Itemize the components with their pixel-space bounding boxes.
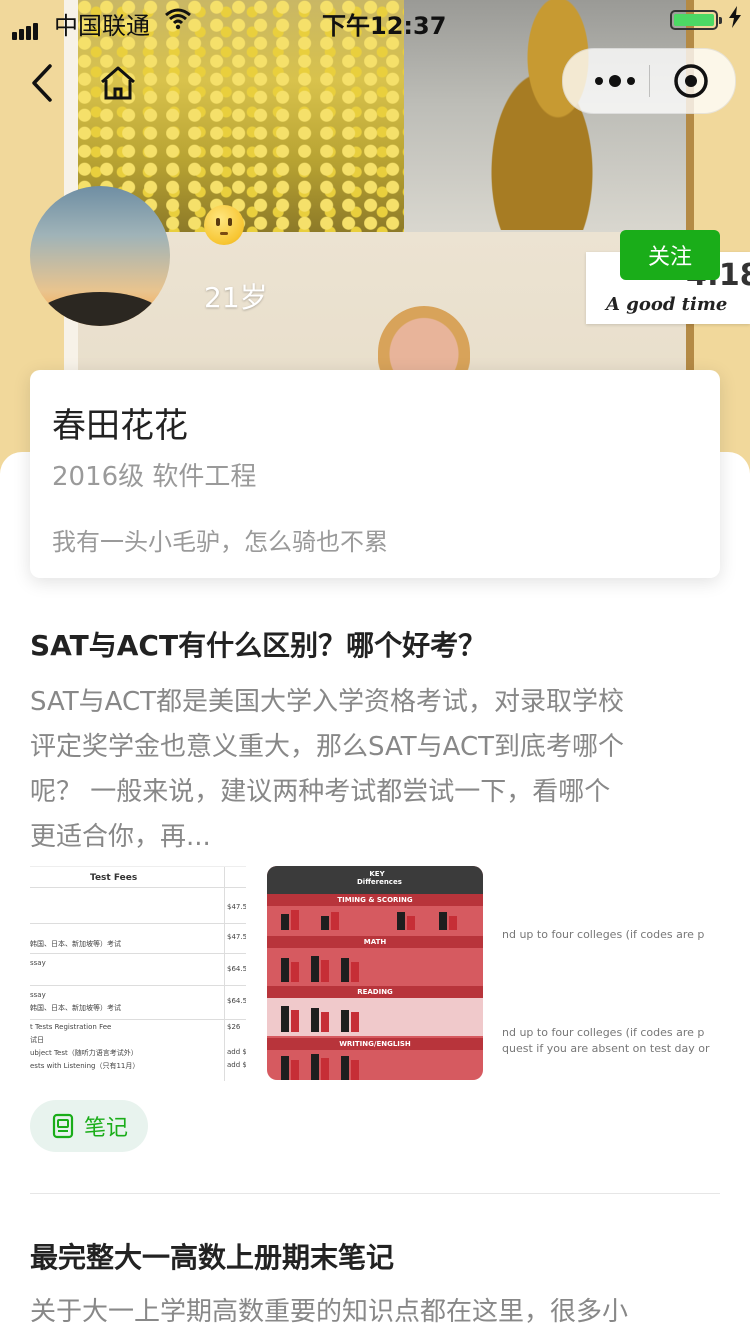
infographic-section: MATH: [267, 936, 483, 948]
fees-cell: $47.5: [227, 903, 246, 911]
back-button[interactable]: [26, 60, 66, 106]
post-excerpt-line: 更适合你，再...: [30, 822, 211, 852]
wifi-icon: [164, 6, 192, 36]
fees-cell: ubject Test（随听力语言考试外）: [30, 1049, 138, 1057]
post-image-fees-table[interactable]: Test Fees $47.5 韩国、日本、新加坡等）考试 $47.5 ssay…: [30, 866, 246, 1081]
post-image-infographic[interactable]: KEY Differences TIMING & SCORING MATH RE…: [267, 866, 483, 1080]
infographic-header: KEY Differences: [267, 866, 483, 894]
fees-cell: $26: [227, 1023, 241, 1031]
post-tag[interactable]: 笔记: [30, 1100, 148, 1152]
post-tag-label: 笔记: [83, 1116, 128, 1141]
signal-icon: [12, 12, 40, 40]
follow-button[interactable]: 关注: [620, 230, 720, 280]
fees-cell: 韩国、日本、新加坡等）考试: [30, 940, 121, 948]
user-bio: 我有一头小毛驴，怎么骑也不累: [52, 528, 388, 556]
cover-caption: A good time: [606, 294, 728, 315]
fees-table-title: Test Fees: [90, 873, 138, 883]
close-miniprogram-button[interactable]: [673, 63, 709, 99]
mood-emoji-icon: [204, 205, 244, 245]
fees-cell: t Tests Registration Fee: [30, 1023, 112, 1031]
fees-cell: ssay: [30, 959, 46, 967]
post-image-row: Test Fees $47.5 韩国、日本、新加坡等）考试 $47.5 ssay…: [30, 866, 720, 1081]
infographic-section: WRITING/ENGLISH: [267, 1038, 483, 1050]
snippet-line: nd up to four colleges (if codes are p: [502, 1026, 705, 1039]
home-icon: [101, 66, 135, 100]
fees-cell: add $: [227, 1061, 246, 1069]
avatar[interactable]: [30, 186, 170, 326]
fees-cell: ssay: [30, 991, 46, 999]
post-excerpt[interactable]: SAT与ACT都是美国大学入学资格考试，对录取学校 评定奖学金也意义重大，那么S…: [30, 680, 720, 860]
post-excerpt-line: SAT与ACT都是美国大学入学资格考试，对录取学校: [30, 687, 625, 717]
profile-card: 春田花花 2016级 软件工程 我有一头小毛驴，怎么骑也不累: [30, 370, 720, 578]
post-image-text-snippet[interactable]: nd up to four colleges (if codes are p n…: [502, 866, 720, 1080]
fees-cell: add $: [227, 1048, 246, 1056]
fees-cell: 试日: [30, 1036, 44, 1044]
infographic-section: TIMING & SCORING: [267, 894, 483, 906]
more-button[interactable]: [585, 65, 645, 97]
fees-cell: $64.5: [227, 965, 246, 973]
fees-cell: 韩国、日本、新加坡等）考试: [30, 1004, 121, 1012]
chevron-left-icon: [32, 64, 52, 102]
user-name: 春田花花: [52, 406, 188, 446]
carrier-label: 中国联通: [54, 12, 150, 40]
fees-cell: ests with Listening（只有11月）: [30, 1062, 140, 1070]
age-label: 21岁: [204, 281, 268, 314]
capsule-divider: [649, 65, 650, 97]
post-divider: [30, 1193, 720, 1194]
infographic-title: KEY Differences: [357, 870, 402, 886]
fees-cell: $47.5: [227, 933, 246, 941]
charging-bolt-icon: [728, 6, 742, 34]
snippet-line: nd up to four colleges (if codes are p: [502, 928, 705, 941]
target-icon: [674, 64, 708, 98]
more-dots-icon: [595, 75, 635, 87]
user-major: 2016级 软件工程: [52, 462, 257, 492]
infographic-section: READING: [267, 986, 483, 998]
battery-icon: [670, 10, 722, 30]
post-excerpt[interactable]: 关于大一上学期高数重要的知识点都在这里，很多小: [30, 1290, 720, 1335]
post-title[interactable]: 最完整大一高数上册期末笔记: [30, 1236, 720, 1276]
snippet-line: quest if you are absent on test day or: [502, 1042, 710, 1055]
post-excerpt-line: 评定奖学金也意义重大，那么SAT与ACT到底考哪个: [30, 732, 625, 762]
post-excerpt-line: 呢？ 一般来说，建议两种考试都尝试一下，看哪个: [30, 777, 611, 807]
fees-cell: $64.5: [227, 997, 246, 1005]
status-time: 下午12:37: [322, 12, 447, 40]
post-title[interactable]: SAT与ACT有什么区别？哪个好考？: [30, 624, 720, 664]
status-bar: 中国联通 下午12:37: [0, 0, 750, 40]
notebook-icon: [52, 1113, 74, 1139]
miniprogram-capsule: [562, 48, 736, 114]
post-excerpt-line: 关于大一上学期高数重要的知识点都在这里，很多小: [30, 1297, 629, 1327]
home-button[interactable]: [96, 62, 140, 106]
